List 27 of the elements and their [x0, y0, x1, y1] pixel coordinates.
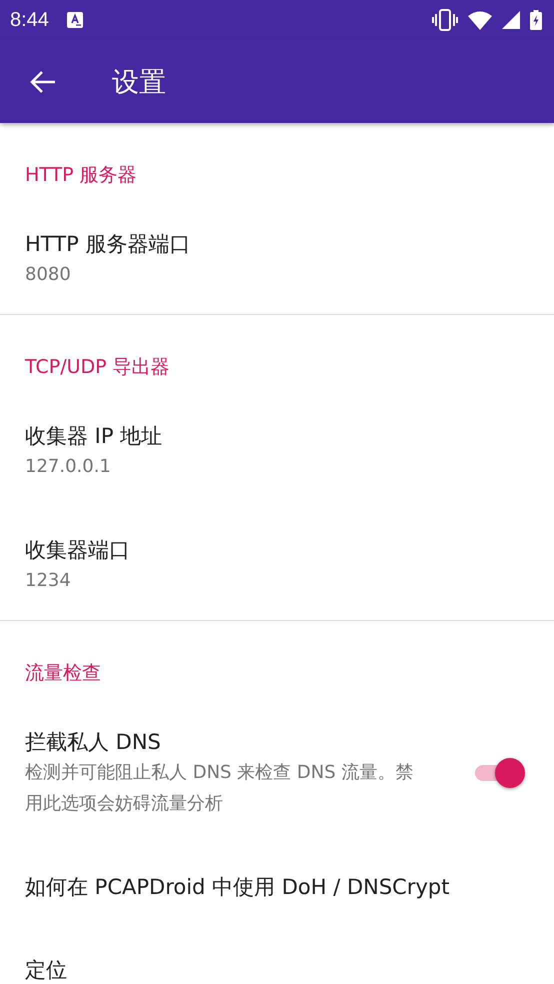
setting-summary: 127.0.0.1 — [25, 455, 112, 479]
keyboard-notification-icon — [66, 12, 83, 28]
status-time: 8:44 — [10, 8, 49, 32]
screen-title: 设置 — [112, 66, 166, 100]
wifi-icon — [468, 10, 492, 30]
back-arrow-icon[interactable] — [30, 70, 56, 94]
settings-item[interactable]: 收集器 IP 地址 127.0.0.1 — [0, 392, 554, 506]
settings-item[interactable]: 收集器端口 1234 — [0, 506, 554, 620]
setting-title: 如何在 PCAPDroid 中使用 DoH / DNSCrypt — [25, 874, 450, 901]
setting-title: 收集器端口 — [25, 537, 131, 564]
settings-item[interactable]: 定位 — [0, 926, 554, 984]
vibrate-icon — [432, 9, 458, 31]
category-header: 流量检查 — [25, 662, 101, 684]
settings-item[interactable]: HTTP 服务器端口 8080 — [0, 200, 554, 314]
setting-title: 收集器 IP 地址 — [25, 423, 164, 450]
category-header: HTTP 服务器 — [25, 164, 137, 186]
battery-charging-icon — [530, 10, 542, 30]
setting-title: 拦截私人 DNS — [25, 729, 162, 756]
settings-item[interactable]: 如何在 PCAPDroid 中使用 DoH / DNSCrypt — [0, 843, 554, 926]
setting-title: HTTP 服务器端口 — [25, 231, 192, 258]
setting-summary: 8080 — [25, 263, 72, 287]
setting-title: 定位 — [25, 957, 68, 984]
category-header: TCP/UDP 导出器 — [25, 356, 170, 378]
settings-item[interactable]: 拦截私人 DNS 检测并可能阻止私人 DNS 来检查 DNS 流量。禁用此选项会妨碍流量分析 — [0, 698, 554, 843]
setting-summary: 检测并可能阻止私人 DNS 来检查 DNS 流量。禁用此选项会妨碍流量分析 — [25, 761, 414, 816]
signal-icon — [502, 11, 520, 29]
setting-summary: 1234 — [25, 569, 72, 593]
